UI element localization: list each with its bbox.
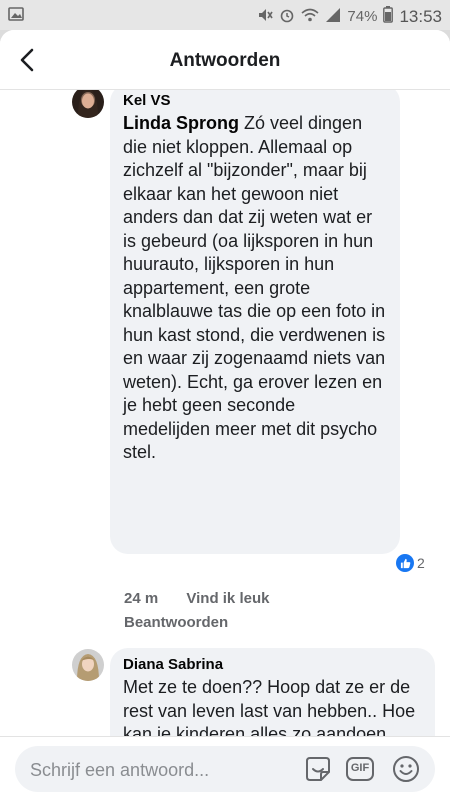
reaction-count[interactable]: 2 [396,554,425,572]
like-button[interactable]: Vind ik leuk [186,590,269,607]
comment-bubble[interactable]: Kel VS Linda Sprong Zó veel dingen die n… [110,90,400,554]
signal-icon [325,7,341,27]
mute-icon [257,7,274,27]
comment-actions: 24 m Vind ik leuk [124,590,269,607]
comment-body: Zó veel dingen die niet kloppen. Allemaa… [123,113,386,462]
smiley-icon [393,756,419,782]
comment-author[interactable]: Diana Sabrina [123,656,421,673]
comment-text: Linda Sprong Zó veel dingen die niet klo… [123,112,386,465]
alarm-icon [279,7,295,27]
reply-button[interactable]: Beantwoorden [124,614,228,631]
comment-bubble[interactable]: Diana Sabrina Met ze te doen?? Hoop dat … [110,648,435,736]
avatar[interactable] [72,649,104,681]
comment-body: Met ze te doen?? Hoop dat ze er de rest … [123,677,416,736]
wifi-icon [301,7,319,27]
status-bar: 74% 13:53 [0,0,450,30]
clock: 13:53 [399,6,442,26]
sticker-button[interactable] [303,754,333,784]
sticker-icon [306,757,330,781]
avatar[interactable] [72,90,104,118]
gif-label: GIF [350,762,370,774]
battery-icon [383,6,394,27]
header: Antwoorden [0,30,450,90]
image-notification-icon [8,6,24,26]
reply-input[interactable] [30,757,300,783]
page-title: Antwoorden [169,50,281,71]
reaction-number: 2 [417,555,425,571]
emoji-button[interactable] [391,754,421,784]
comment-author[interactable]: Kel VS [123,92,386,109]
mention-link[interactable]: Linda Sprong [123,113,239,133]
composer-field: GIF [15,746,435,792]
reply-link-wrap: Beantwoorden [124,614,228,631]
replies-sheet: Antwoorden Kel VS Linda Sprong Zó veel d… [0,30,450,800]
gif-button[interactable]: GIF [345,754,375,784]
thumbs-up-icon [396,554,414,572]
reply-composer: GIF [0,736,450,800]
comment-timestamp: 24 m [124,590,159,607]
battery-level: 74% [347,8,378,25]
comment-list: Kel VS Linda Sprong Zó veel dingen die n… [0,90,450,736]
